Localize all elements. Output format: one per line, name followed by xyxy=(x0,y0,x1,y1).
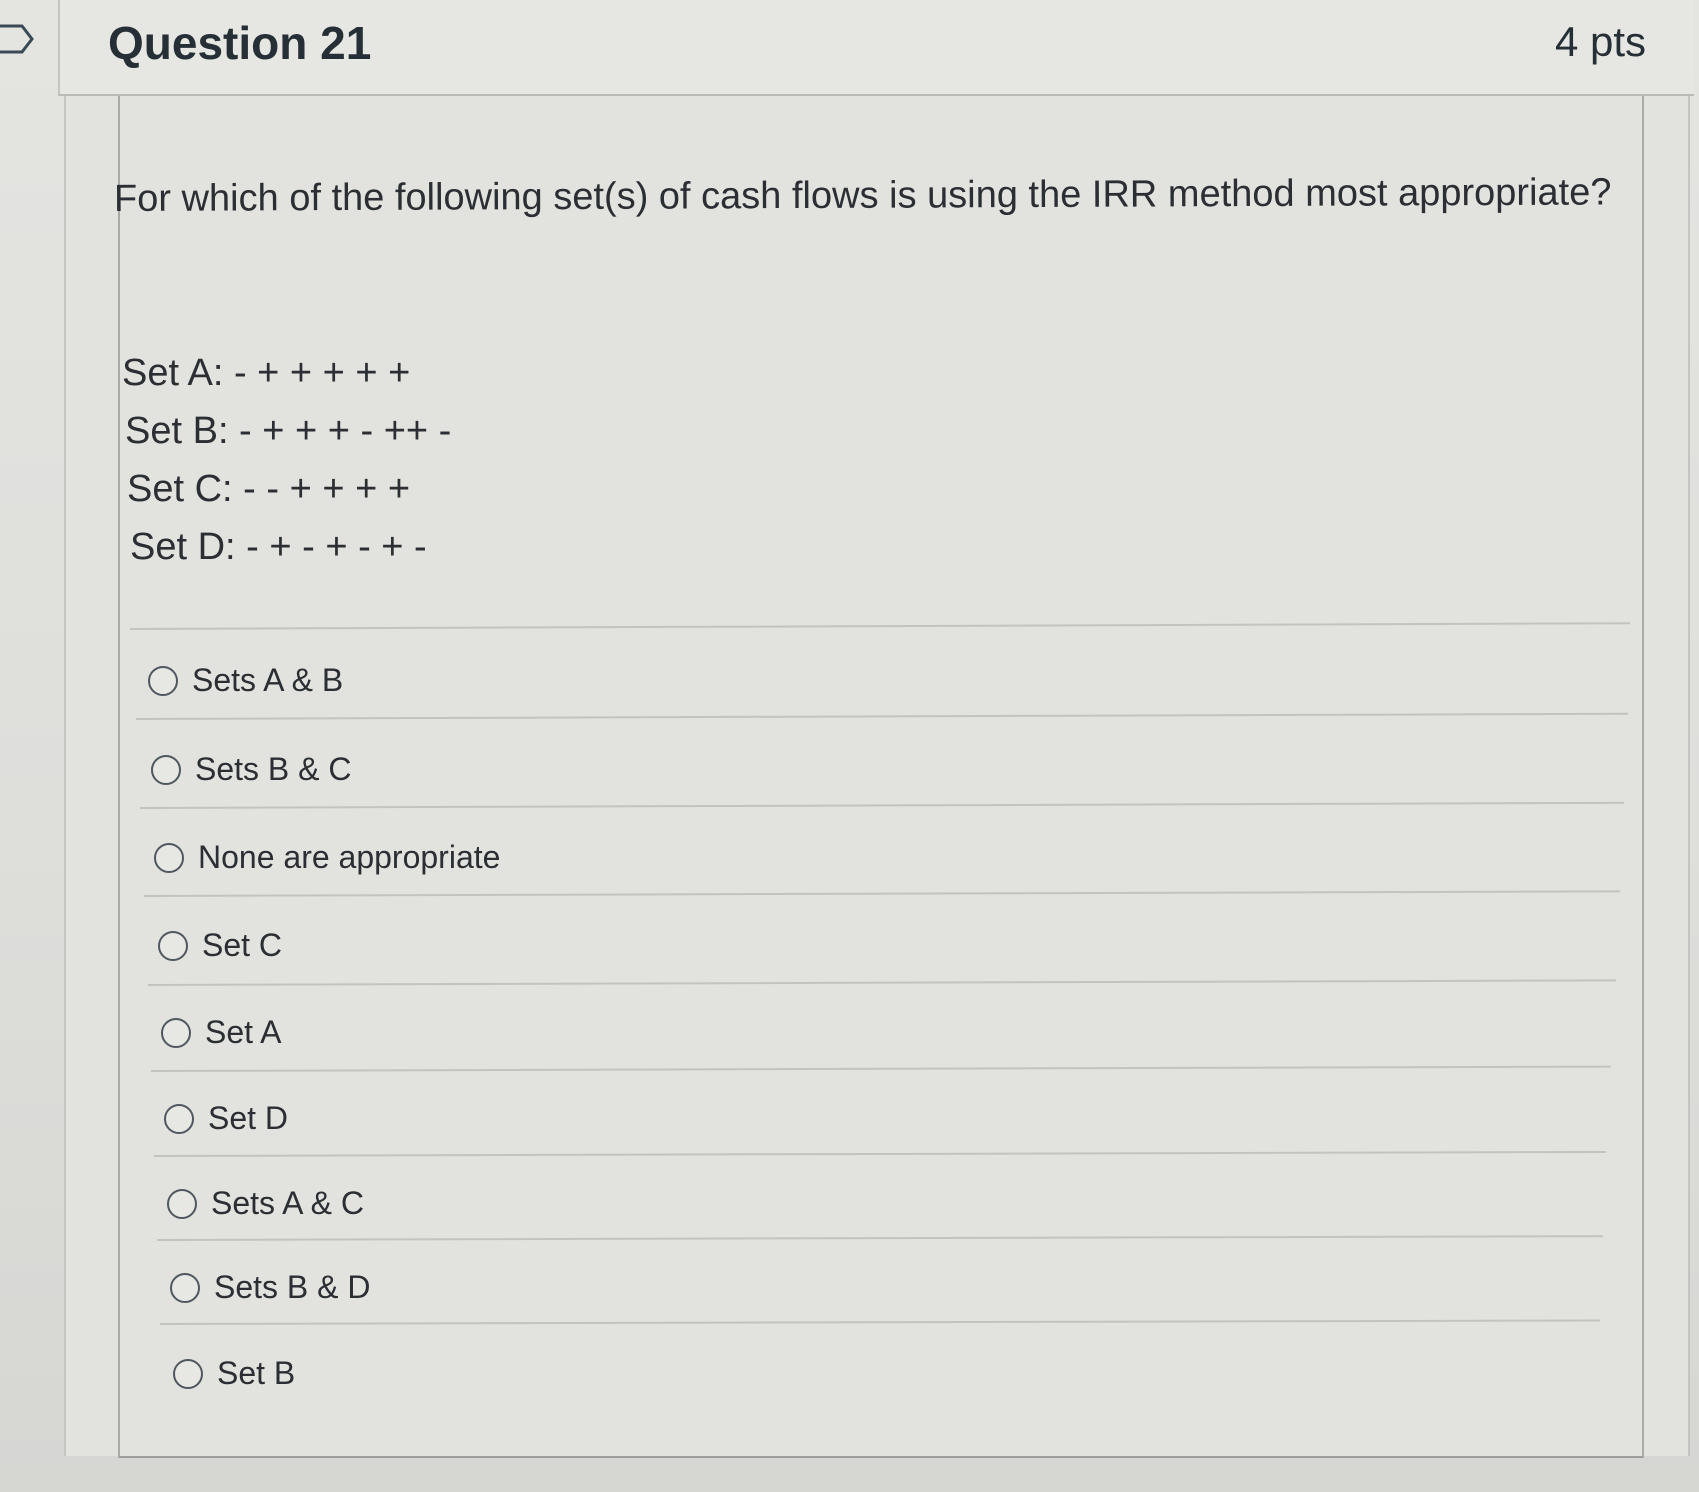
quiz-page: Question 21 4 pts For which of the follo… xyxy=(0,0,1699,1492)
answer-option[interactable]: Sets A & B xyxy=(148,662,343,699)
answer-option[interactable]: Set B xyxy=(173,1355,295,1392)
answer-label: Sets A & C xyxy=(211,1185,364,1221)
answer-option[interactable]: None are appropriate xyxy=(154,839,500,876)
radio-button[interactable] xyxy=(164,1103,194,1134)
answer-divider xyxy=(143,890,1620,897)
radio-button[interactable] xyxy=(167,1188,197,1219)
radio-button[interactable] xyxy=(173,1358,203,1389)
answer-list: Sets A & B Sets B & C None are appropria… xyxy=(0,0,1699,1492)
answer-option[interactable]: Set C xyxy=(158,927,282,964)
answer-label: None are appropriate xyxy=(198,839,501,875)
radio-button[interactable] xyxy=(154,842,184,873)
answer-option[interactable]: Sets A & C xyxy=(167,1185,364,1222)
answer-label: Sets B & D xyxy=(214,1269,371,1305)
answer-divider xyxy=(156,1235,1603,1241)
answer-divider xyxy=(153,1150,1606,1157)
answer-label: Sets A & B xyxy=(192,662,344,698)
radio-button[interactable] xyxy=(151,754,181,785)
radio-button[interactable] xyxy=(170,1272,200,1303)
answer-divider xyxy=(147,979,1616,986)
radio-button[interactable] xyxy=(158,930,188,961)
answer-option[interactable]: Sets B & C xyxy=(151,751,352,788)
answer-label: Set C xyxy=(202,927,283,963)
answer-option[interactable]: Set D xyxy=(164,1100,288,1137)
answer-divider xyxy=(150,1065,1611,1072)
answer-label: Set D xyxy=(208,1100,289,1136)
answer-divider xyxy=(129,622,1630,630)
answer-option[interactable]: Sets B & D xyxy=(170,1269,371,1306)
answer-option[interactable]: Set A xyxy=(161,1014,282,1051)
answer-label: Set A xyxy=(205,1014,282,1050)
answer-divider xyxy=(159,1319,1600,1325)
answer-label: Sets B & C xyxy=(195,751,352,787)
answer-divider xyxy=(139,801,1624,809)
answer-divider xyxy=(135,712,1628,720)
radio-button[interactable] xyxy=(148,665,178,696)
answer-label: Set B xyxy=(217,1355,296,1391)
radio-button[interactable] xyxy=(161,1017,191,1048)
